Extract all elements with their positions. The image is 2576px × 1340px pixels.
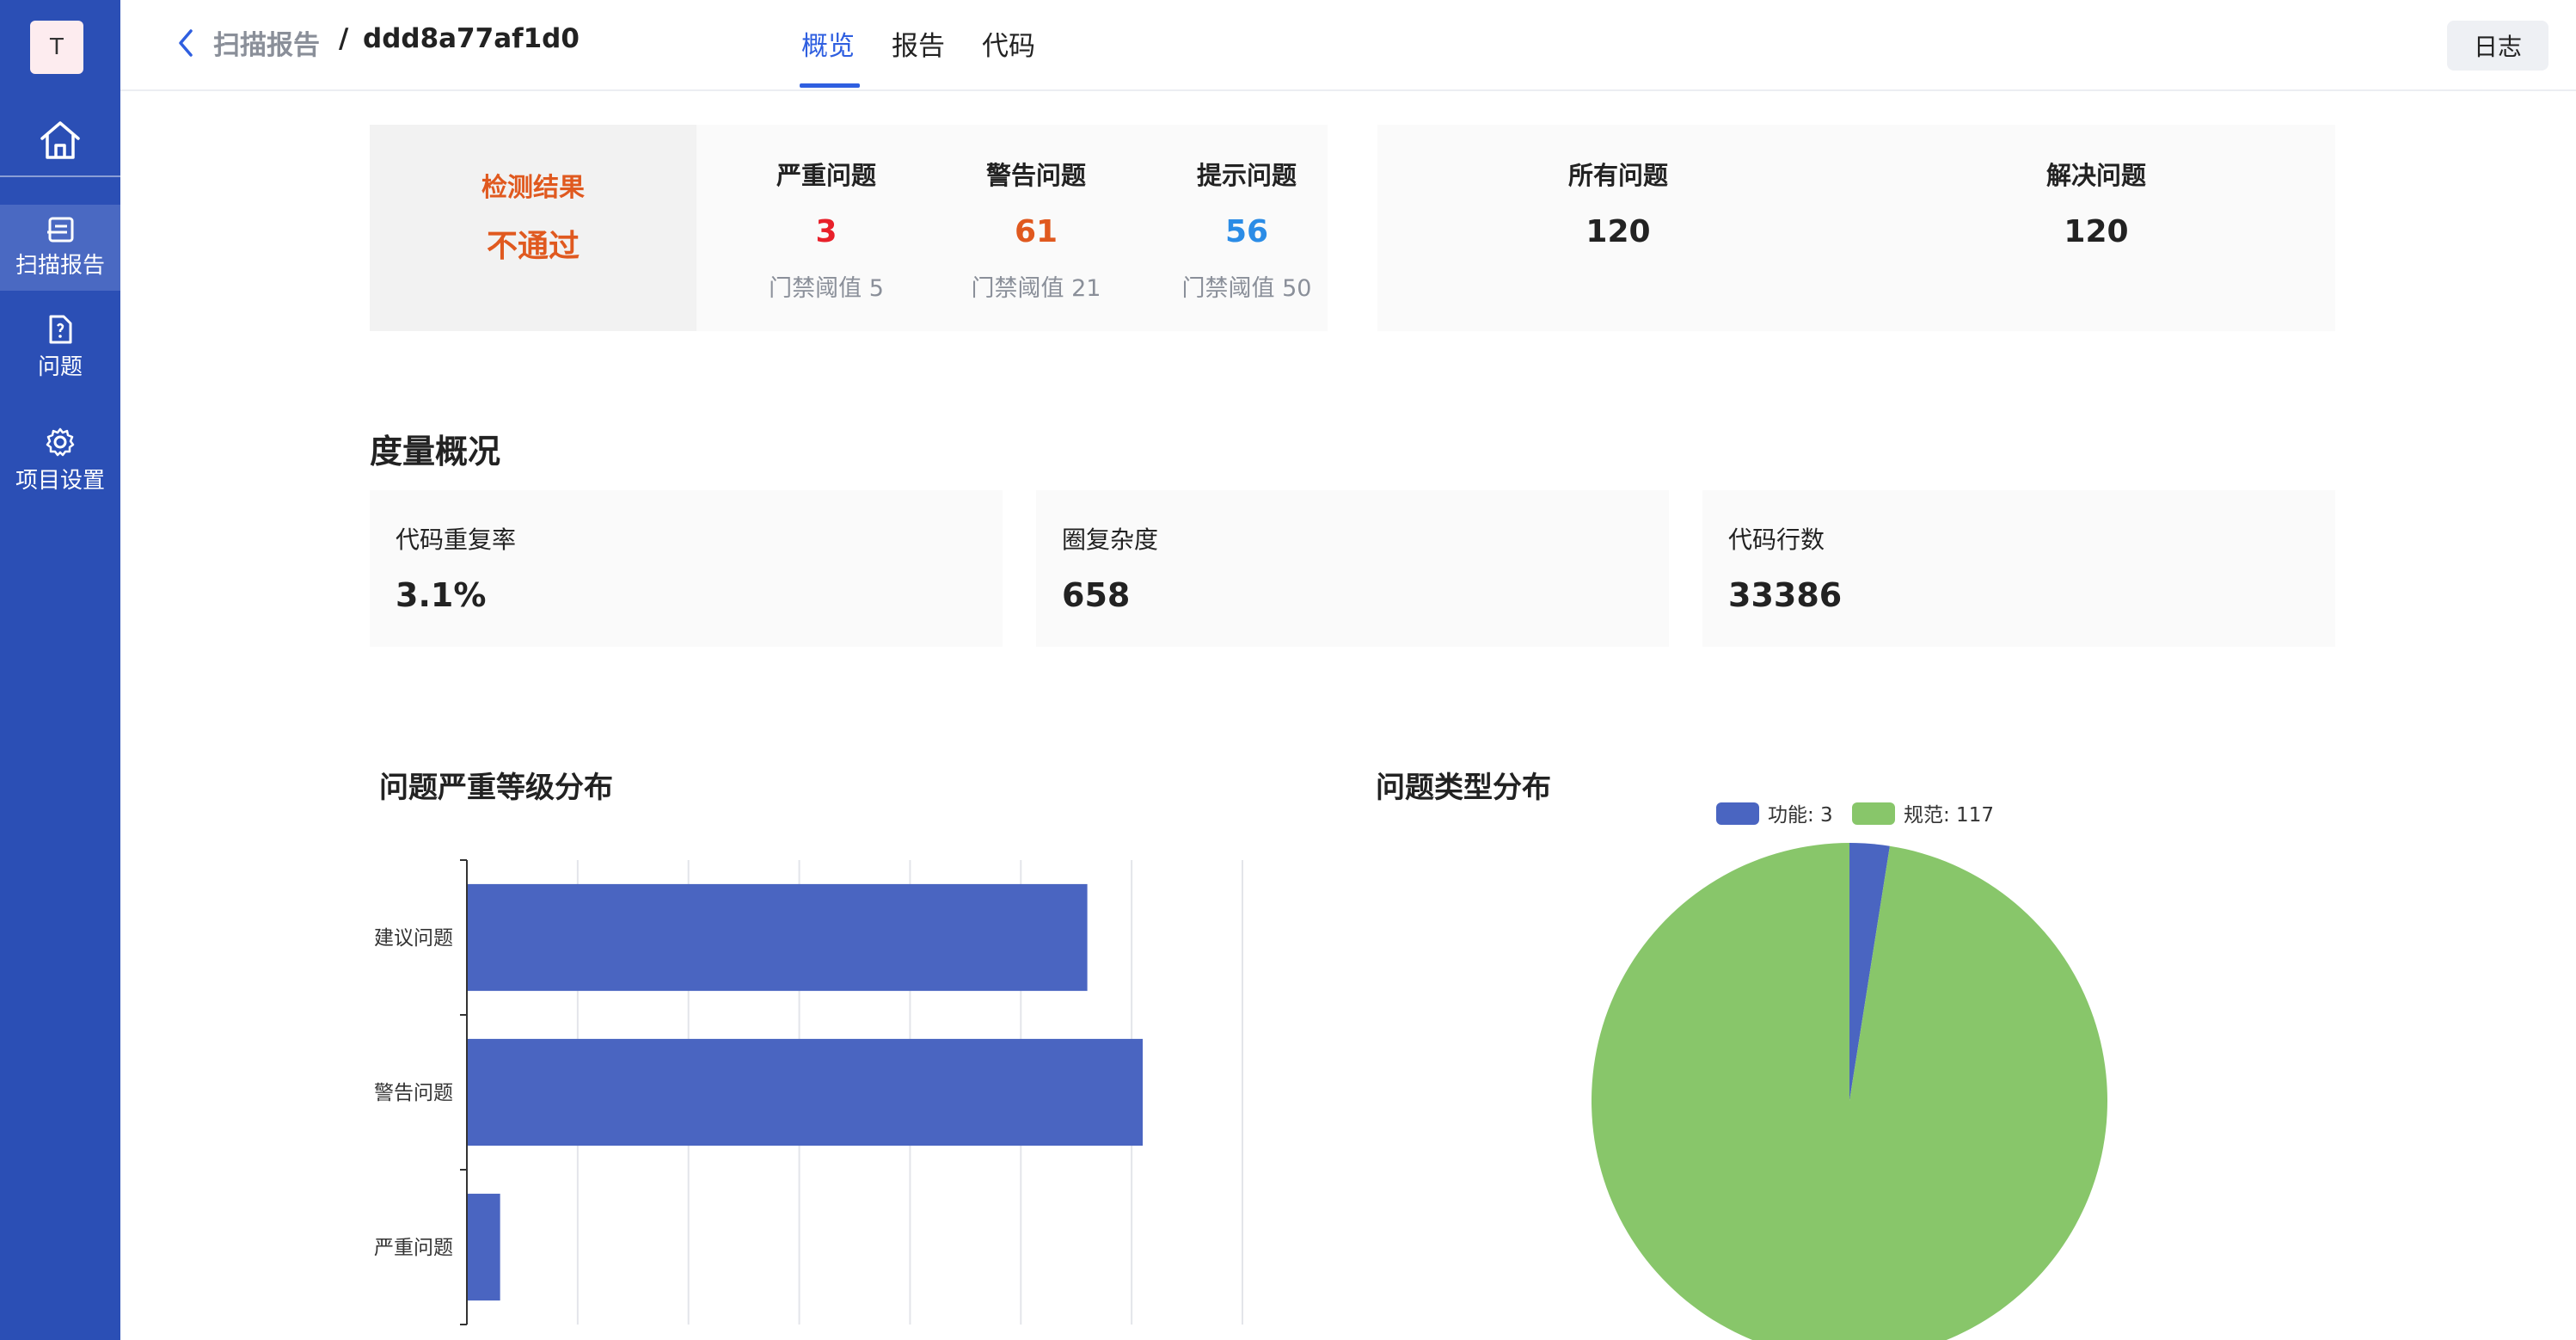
sidebar-item-project-settings[interactable]: 项目设置: [0, 427, 120, 504]
home-button[interactable]: [0, 112, 120, 169]
log-button[interactable]: 日志: [2447, 21, 2548, 71]
active-tab-indicator: [800, 83, 860, 88]
measure-title: 圈复杂度: [1062, 526, 1159, 554]
issue-summary-card: 检测结果 不通过 严重问题 3 门禁阈值 5 警告问题 61 门禁阈值 21 提…: [370, 125, 1328, 331]
measure-value: 3.1%: [396, 576, 487, 614]
back-arrow-icon[interactable]: [175, 28, 196, 58]
severity-chart-title: 问题严重等级分布: [379, 771, 613, 805]
metric-gate: 门禁阈值 5: [769, 275, 884, 302]
stat-title: 所有问题: [1567, 161, 1668, 190]
top-bar: 扫描报告 / ddd8a77af1d0 概览 报告 代码 日志: [120, 0, 2576, 91]
issue-file-icon: [49, 315, 72, 344]
breadcrumb-parent[interactable]: 扫描报告: [213, 23, 320, 62]
bar[interactable]: [468, 1193, 500, 1301]
report-icon: [47, 217, 74, 242]
type-pie-chart: 功能: 3 规范: 117: [1592, 802, 2107, 1340]
metric-gate: 门禁阈值 50: [1181, 275, 1312, 302]
severity-bar-chart: 建议问题警告问题严重问题: [374, 859, 1243, 1325]
breadcrumb-separator: /: [339, 23, 349, 54]
sidebar-item-scan-report[interactable]: 扫描报告: [0, 205, 120, 291]
tab-code[interactable]: 代码: [982, 24, 1035, 63]
result-value: 不通过: [486, 229, 580, 264]
metric-title: 严重问题: [776, 161, 876, 190]
tab-overview[interactable]: 概览: [801, 24, 855, 63]
stat-title: 解决问题: [2045, 161, 2146, 190]
legend-label: 功能: 3: [1768, 804, 1833, 827]
metric-value: 56: [1224, 214, 1269, 249]
category-label: 警告问题: [374, 1082, 453, 1104]
gear-icon: [46, 427, 75, 457]
measure-title: 代码重复率: [396, 526, 517, 554]
pie-slice[interactable]: [1592, 843, 2107, 1340]
measure-card-complexity: 圈复杂度 658: [1036, 490, 1669, 647]
category-label: 建议问题: [374, 927, 453, 950]
breadcrumb-current: ddd8a77af1d0: [363, 23, 580, 54]
sidebar: T 扫描报告 问题 项目设置: [0, 0, 120, 1340]
metric-gate: 门禁阈值 21: [971, 275, 1101, 302]
legend-swatch[interactable]: [1716, 802, 1759, 825]
legend-label: 规范: 117: [1904, 804, 1994, 827]
measures-title: 度量概况: [370, 433, 501, 470]
measure-value: 33386: [1728, 576, 1843, 614]
category-label: 严重问题: [374, 1237, 453, 1259]
measure-card-duplication: 代码重复率 3.1%: [370, 490, 1003, 647]
measure-title: 代码行数: [1728, 526, 1825, 554]
measure-card-lines: 代码行数 33386: [1702, 490, 2335, 647]
metric-value: 3: [815, 214, 837, 249]
metric-value: 61: [1014, 214, 1058, 249]
avatar[interactable]: T: [30, 21, 83, 74]
home-icon: [40, 121, 80, 159]
measure-value: 658: [1062, 576, 1131, 614]
stat-value: 120: [2064, 214, 2129, 249]
bar[interactable]: [468, 1038, 1144, 1146]
metric-title: 警告问题: [985, 161, 1086, 190]
metric-title: 提示问题: [1196, 161, 1297, 190]
bar[interactable]: [468, 883, 1088, 992]
sidebar-divider: [0, 175, 120, 177]
sidebar-item-label: 项目设置: [15, 468, 105, 494]
detection-result: 检测结果 不通过: [370, 125, 696, 331]
sidebar-item-label: 问题: [37, 354, 83, 380]
sidebar-item-label: 扫描报告: [15, 252, 105, 279]
sidebar-item-issues[interactable]: 问题: [0, 315, 120, 392]
tab-report[interactable]: 报告: [892, 24, 945, 63]
result-label: 检测结果: [481, 173, 585, 203]
issue-totals-card: 所有问题 120 解决问题 120: [1377, 125, 2335, 331]
stat-value: 120: [1585, 214, 1651, 249]
legend-swatch[interactable]: [1852, 802, 1895, 825]
